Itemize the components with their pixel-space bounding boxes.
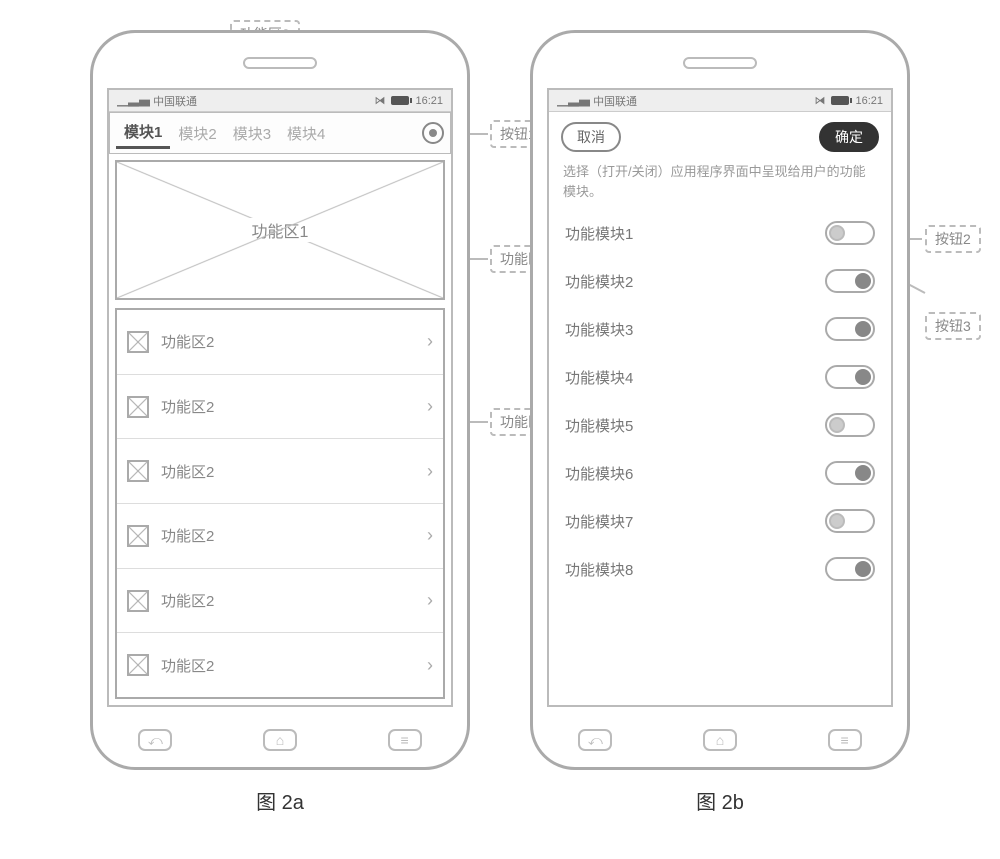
recent-button[interactable]: ≡: [388, 729, 422, 751]
figure-stage: 功能区3 按钮1 功能区1 功能区2 ▁▃▅ 中国联通: [10, 10, 990, 835]
back-button[interactable]: ⤺: [138, 729, 172, 751]
module-toggle[interactable]: [825, 269, 875, 293]
clock-label: 16:21: [855, 95, 883, 107]
statusbar-b: ▁▃▅ 中国联通 ⧒ 16:21: [549, 90, 891, 112]
phone-wrap-a: 功能区3 按钮1 功能区1 功能区2 ▁▃▅ 中国联通: [90, 30, 470, 770]
module-row: 功能模块8: [549, 545, 891, 593]
module-toggle-list: 功能模块1 功能模块2 功能模块3 功能模块4: [549, 209, 891, 705]
module-row: 功能模块5: [549, 401, 891, 449]
recent-button[interactable]: ≡: [828, 729, 862, 751]
placeholder-icon: [127, 525, 149, 547]
chevron-right-icon: ›: [427, 396, 433, 417]
module-label: 功能模块7: [565, 511, 633, 532]
placeholder-icon: [127, 460, 149, 482]
carrier-label: ▁▃▅ 中国联通: [117, 93, 197, 109]
list-item-label: 功能区2: [161, 396, 214, 417]
chevron-right-icon: ›: [427, 331, 433, 352]
list-item[interactable]: 功能区2 ›: [117, 633, 443, 697]
figure-2b: 按钮2 按钮3 ▁▃▅ 中国联通 ⧒ 16:21 取消: [530, 30, 910, 815]
module-toggle[interactable]: [825, 317, 875, 341]
cancel-button[interactable]: 取消: [561, 122, 621, 152]
placeholder-icon: [127, 590, 149, 612]
callout-button2: 按钮2: [925, 225, 981, 253]
module-label: 功能模块4: [565, 367, 633, 388]
module-label: 功能模块3: [565, 319, 633, 340]
statusbar-a: ▁▃▅ 中国联通 ⧒ 16:21: [109, 90, 451, 112]
callout-button3: 按钮3: [925, 312, 981, 340]
list-item[interactable]: 功能区2 ›: [117, 504, 443, 569]
module-label: 功能模块6: [565, 463, 633, 484]
module-row: 功能模块3: [549, 305, 891, 353]
carrier-label: ▁▃▅ 中国联通: [557, 93, 637, 109]
home-button[interactable]: ⌂: [703, 729, 737, 751]
module-label: 功能模块1: [565, 223, 633, 244]
clock-label: 16:21: [415, 95, 443, 107]
wifi-icon: ⧒: [814, 94, 825, 107]
figure-caption-2b: 图 2b: [696, 786, 744, 815]
module-toggle[interactable]: [825, 557, 875, 581]
module-label: 功能模块5: [565, 415, 633, 436]
confirm-button[interactable]: 确定: [819, 122, 879, 152]
description-text: 选择（打开/关闭）应用程序界面中呈现给用户的功能模块。: [549, 162, 891, 209]
back-button[interactable]: ⤺: [578, 729, 612, 751]
module-toggle[interactable]: [825, 509, 875, 533]
module-toggle[interactable]: [825, 221, 875, 245]
feature-zone-1[interactable]: 功能区1: [115, 160, 445, 300]
module-row: 功能模块7: [549, 497, 891, 545]
tab-bar: 模块1 模块2 模块3 模块4: [109, 112, 451, 154]
customize-button[interactable]: [422, 122, 444, 144]
tab-module1[interactable]: 模块1: [116, 117, 170, 149]
module-toggle[interactable]: [825, 365, 875, 389]
placeholder-icon: [127, 654, 149, 676]
figure-2a: 功能区3 按钮1 功能区1 功能区2 ▁▃▅ 中国联通: [90, 30, 470, 815]
wifi-icon: ⧒: [374, 94, 385, 107]
module-toggle[interactable]: [825, 413, 875, 437]
module-toggle[interactable]: [825, 461, 875, 485]
placeholder-icon: [127, 396, 149, 418]
home-button[interactable]: ⌂: [263, 729, 297, 751]
module-row: 功能模块6: [549, 449, 891, 497]
module-row: 功能模块4: [549, 353, 891, 401]
list-item-label: 功能区2: [161, 331, 214, 352]
battery-icon: [391, 96, 409, 105]
chevron-right-icon: ›: [427, 655, 433, 676]
module-label: 功能模块2: [565, 271, 633, 292]
figure-caption-2a: 图 2a: [256, 786, 304, 815]
module-row: 功能模块2: [549, 257, 891, 305]
nav-buttons-b: ⤺ ⌂ ≡: [533, 729, 907, 751]
module-row: 功能模块1: [549, 209, 891, 257]
tab-module2[interactable]: 模块2: [170, 119, 224, 148]
phone-a: ▁▃▅ 中国联通 ⧒ 16:21 模块1 模块2 模块3 模块4: [90, 30, 470, 770]
content-a: 功能区1 功能区2 › 功能区2 › 功能区2 › 功能区2 › 功能区2 › 功能区2 ›: [109, 154, 451, 705]
list-item-label: 功能区2: [161, 590, 214, 611]
chevron-right-icon: ›: [427, 525, 433, 546]
list-item[interactable]: 功能区2 ›: [117, 310, 443, 375]
list-item[interactable]: 功能区2 ›: [117, 569, 443, 634]
phone-b: ▁▃▅ 中国联通 ⧒ 16:21 取消 确定 选择（打开/关闭）应用程序界面中呈…: [530, 30, 910, 770]
placeholder-icon: [127, 331, 149, 353]
tab-module3[interactable]: 模块3: [225, 119, 279, 148]
chevron-right-icon: ›: [427, 461, 433, 482]
phone-wrap-b: 按钮2 按钮3 ▁▃▅ 中国联通 ⧒ 16:21 取消: [530, 30, 910, 770]
module-label: 功能模块8: [565, 559, 633, 580]
feature-zone-1-label: 功能区1: [248, 218, 313, 242]
list-item[interactable]: 功能区2 ›: [117, 439, 443, 504]
list-item[interactable]: 功能区2 ›: [117, 375, 443, 440]
feature-zone-2-list: 功能区2 › 功能区2 › 功能区2 › 功能区2 › 功能区2 › 功能区2 ›: [115, 308, 445, 699]
list-item-label: 功能区2: [161, 655, 214, 676]
list-item-label: 功能区2: [161, 525, 214, 546]
screen-b: ▁▃▅ 中国联通 ⧒ 16:21 取消 确定 选择（打开/关闭）应用程序界面中呈…: [547, 88, 893, 707]
screen-a: ▁▃▅ 中国联通 ⧒ 16:21 模块1 模块2 模块3 模块4: [107, 88, 453, 707]
list-item-label: 功能区2: [161, 461, 214, 482]
chevron-right-icon: ›: [427, 590, 433, 611]
tab-module4[interactable]: 模块4: [279, 119, 333, 148]
header-b: 取消 确定: [549, 112, 891, 162]
battery-icon: [831, 96, 849, 105]
nav-buttons-a: ⤺ ⌂ ≡: [93, 729, 467, 751]
